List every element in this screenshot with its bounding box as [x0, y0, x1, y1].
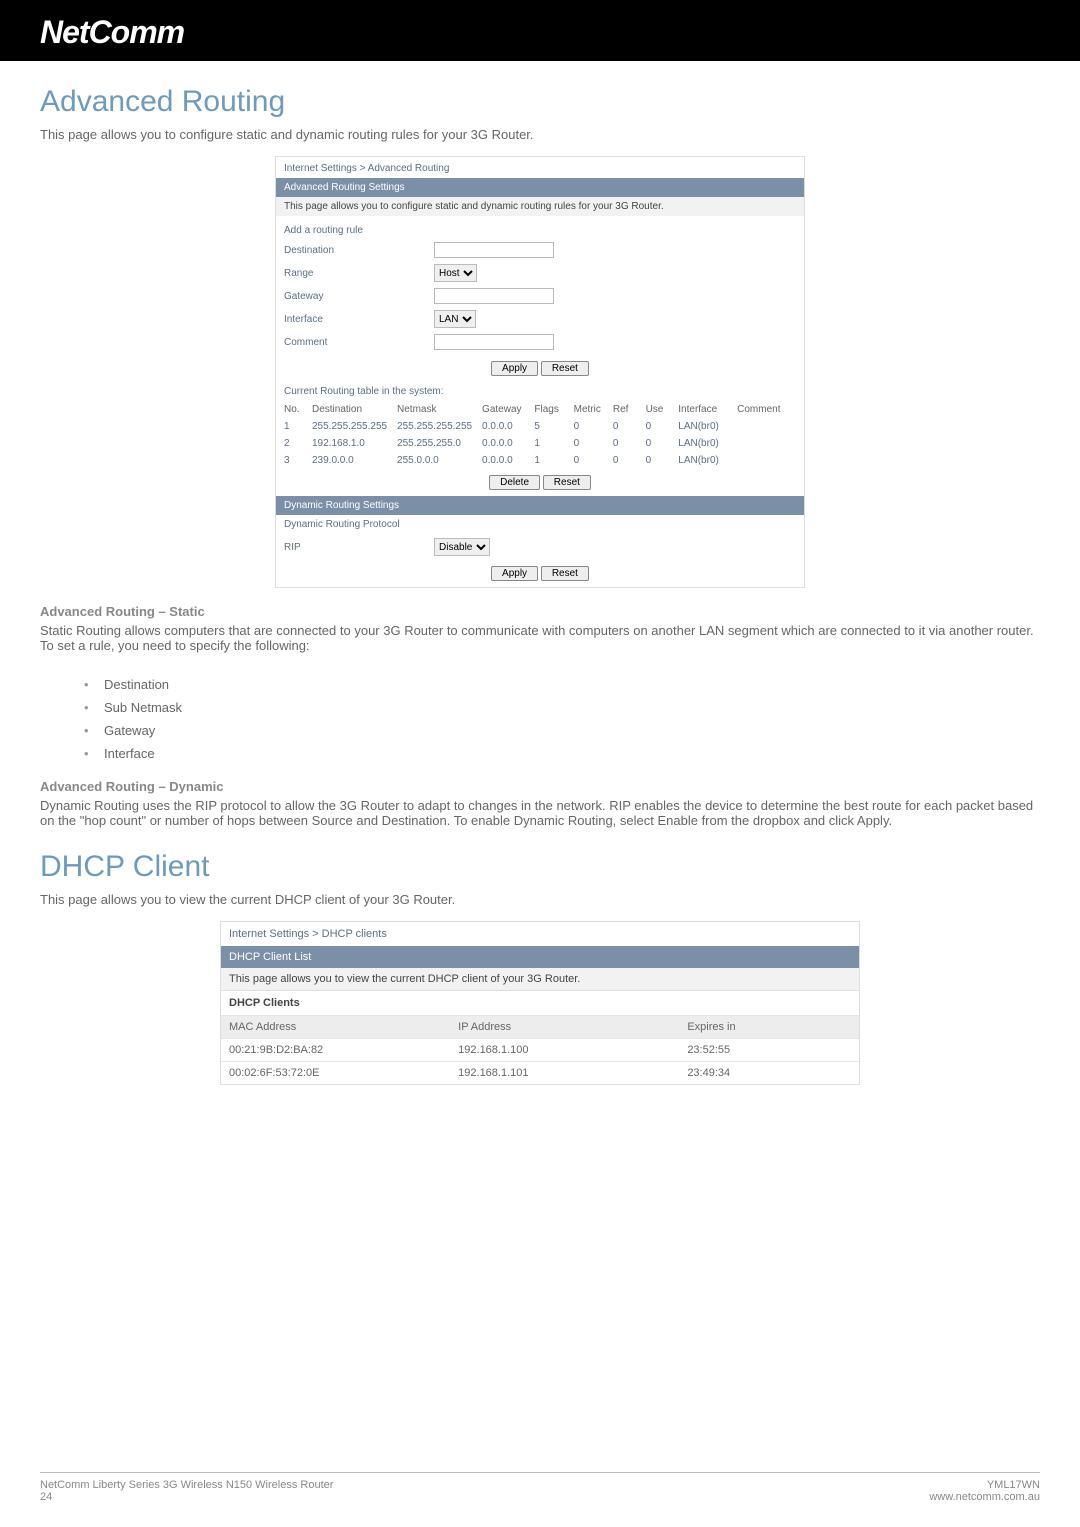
dhcp-section: DHCP Clients [221, 990, 859, 1015]
col-no: No. [284, 404, 312, 415]
label-interface: Interface [284, 314, 434, 325]
dynamic-bar: Dynamic Routing Settings [276, 496, 804, 515]
label-add-rule: Add a routing rule [284, 225, 434, 236]
col-mask: Netmask [397, 404, 482, 415]
brand-logo: NetComm [40, 14, 1040, 51]
reset-table-button[interactable]: Reset [543, 475, 591, 490]
table-caption: Current Routing table in the system: [276, 382, 804, 401]
dhcp-header-row: MAC Address IP Address Expires in [221, 1015, 859, 1038]
col-gw: Gateway [482, 404, 534, 415]
list-item: Destination [84, 673, 1040, 696]
col-ip: IP Address [458, 1021, 687, 1033]
footer-model: YML17WN [929, 1479, 1040, 1491]
table-row[interactable]: 2192.168.1.0255.255.255.00.0.0.01000LAN(… [276, 435, 804, 452]
list-item: Interface [84, 742, 1040, 765]
panel-title: Advanced Routing Settings [276, 178, 804, 197]
breadcrumb: Internet Settings > Advanced Routing [276, 157, 804, 178]
routing-panel: Internet Settings > Advanced Routing Adv… [275, 156, 805, 588]
table-row[interactable]: 00:02:6F:53:72:0E192.168.1.10123:49:34 [221, 1061, 859, 1084]
lead-dhcp: This page allows you to view the current… [40, 892, 1040, 907]
label-range: Range [284, 268, 434, 279]
dhcp-panel: Internet Settings > DHCP clients DHCP Cl… [220, 921, 860, 1085]
label-comment: Comment [284, 337, 434, 348]
label-rip: RIP [284, 542, 434, 553]
select-rip[interactable]: Disable [434, 538, 490, 556]
input-gateway[interactable] [434, 288, 554, 304]
col-dest: Destination [312, 404, 397, 415]
input-comment[interactable] [434, 334, 554, 350]
para-static: Static Routing allows computers that are… [40, 623, 1040, 653]
reset-button[interactable]: Reset [541, 361, 589, 376]
input-destination[interactable] [434, 242, 554, 258]
col-comment: Comment [737, 404, 796, 415]
dhcp-breadcrumb: Internet Settings > DHCP clients [221, 922, 859, 946]
col-metric: Metric [574, 404, 613, 415]
list-item: Gateway [84, 719, 1040, 742]
select-interface[interactable]: LAN [434, 310, 476, 328]
table-row[interactable]: 1255.255.255.255255.255.255.2550.0.0.050… [276, 418, 804, 435]
routing-table-header: No. Destination Netmask Gateway Flags Me… [276, 401, 804, 418]
dyn-reset-button[interactable]: Reset [541, 566, 589, 581]
label-destination: Destination [284, 245, 434, 256]
list-item: Sub Netmask [84, 696, 1040, 719]
col-ref: Ref [613, 404, 646, 415]
footer-page: 24 [40, 1491, 333, 1503]
para-dynamic: Dynamic Routing uses the RIP protocol to… [40, 798, 1040, 828]
col-use: Use [646, 404, 679, 415]
lead-advanced-routing: This page allows you to configure static… [40, 127, 1040, 142]
topbar: NetComm [0, 0, 1080, 61]
dhcp-desc: This page allows you to view the current… [221, 968, 859, 990]
static-bullet-list: DestinationSub NetmaskGatewayInterface [40, 667, 1040, 771]
delete-button[interactable]: Delete [489, 475, 540, 490]
col-exp: Expires in [687, 1021, 851, 1033]
footer-product: NetComm Liberty Series 3G Wireless N150 … [40, 1479, 333, 1491]
dhcp-title: DHCP Client List [221, 946, 859, 968]
heading-dhcp: DHCP Client [40, 850, 1040, 884]
table-row[interactable]: 3239.0.0.0255.0.0.00.0.0.01000LAN(br0) [276, 452, 804, 469]
dyn-proto-label: Dynamic Routing Protocol [276, 515, 804, 534]
col-iface: Interface [678, 404, 737, 415]
table-row[interactable]: 00:21:9B:D2:BA:82192.168.1.10023:52:55 [221, 1038, 859, 1061]
panel-desc: This page allows you to configure static… [276, 197, 804, 216]
label-gateway: Gateway [284, 291, 434, 302]
dyn-apply-button[interactable]: Apply [491, 566, 538, 581]
apply-button[interactable]: Apply [491, 361, 538, 376]
select-range[interactable]: Host [434, 264, 477, 282]
heading-advanced-routing: Advanced Routing [40, 85, 1040, 119]
footer-url: www.netcomm.com.au [929, 1491, 1040, 1503]
heading-static: Advanced Routing – Static [40, 604, 1040, 619]
col-mac: MAC Address [229, 1021, 458, 1033]
footer: NetComm Liberty Series 3G Wireless N150 … [40, 1472, 1040, 1503]
page-content: Advanced Routing This page allows you to… [0, 61, 1080, 1085]
col-flags: Flags [534, 404, 573, 415]
heading-dynamic: Advanced Routing – Dynamic [40, 779, 1040, 794]
